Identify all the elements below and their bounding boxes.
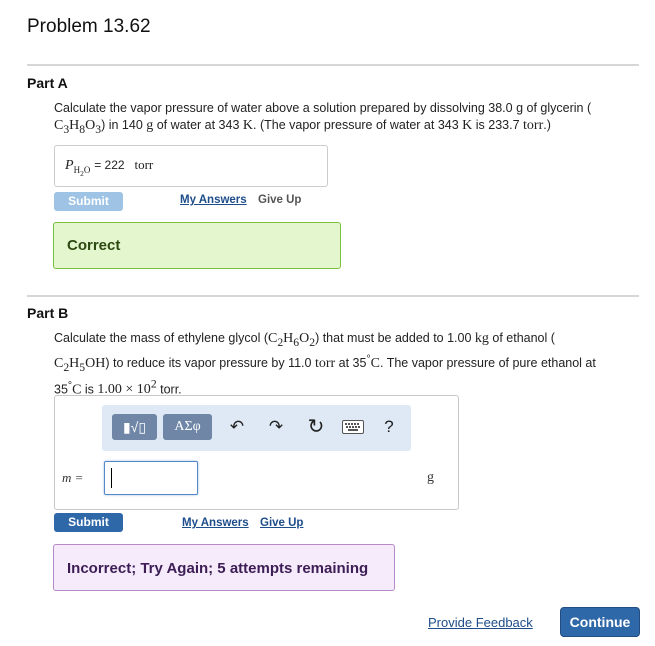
- problem-title: Problem 13.62: [27, 16, 151, 37]
- part-a-submit-button[interactable]: Submit: [54, 192, 123, 211]
- answer-label: PH2O = 222 torr: [65, 157, 154, 178]
- text-caret: [111, 468, 112, 488]
- mass-label: m =: [62, 470, 84, 485]
- part-a-give-up-link[interactable]: Give Up: [258, 194, 301, 206]
- glycerin-formula: C3H8O3: [54, 118, 102, 136]
- part-a-question: Calculate the vapor pressure of water ab…: [54, 101, 592, 136]
- help-button[interactable]: ?: [378, 416, 400, 438]
- part-a-answer-box: PH2O = 222 torr: [54, 145, 328, 187]
- greek-symbols-label: ΑΣφ: [174, 419, 201, 434]
- divider: [27, 295, 639, 297]
- part-b-question: Calculate the mass of ethylene glycol (C…: [54, 331, 596, 398]
- ethanol-formula: C2H5OH: [54, 355, 106, 374]
- correct-text: Correct: [67, 237, 121, 254]
- divider: [27, 64, 639, 66]
- answer-unit: torr: [134, 157, 154, 172]
- templates-button[interactable]: ▮√▯: [112, 414, 157, 440]
- provide-feedback-link[interactable]: Provide Feedback: [428, 615, 533, 630]
- incorrect-feedback: Incorrect; Try Again; 5 attempts remaini…: [53, 544, 395, 591]
- incorrect-text: Incorrect; Try Again; 5 attempts remaini…: [67, 560, 369, 577]
- part-a-my-answers-link[interactable]: My Answers: [180, 194, 247, 206]
- redo-icon[interactable]: ↷: [265, 416, 287, 438]
- reset-icon[interactable]: ↻: [305, 416, 327, 438]
- correct-feedback: Correct: [53, 222, 341, 269]
- undo-icon[interactable]: ↶: [226, 416, 248, 438]
- part-b-my-answers-link[interactable]: My Answers: [182, 517, 249, 529]
- keyboard-icon[interactable]: [340, 416, 366, 438]
- ethylene-glycol-formula: C2H6O2: [268, 331, 316, 349]
- question-text: Calculate the vapor pressure of water ab…: [54, 101, 592, 115]
- mass-unit: g: [427, 470, 434, 485]
- templates-icon: ▮√▯: [122, 419, 147, 435]
- math-toolbar: ▮√▯ ΑΣφ ↶ ↷ ↻ ?: [102, 405, 411, 451]
- greek-symbols-button[interactable]: ΑΣφ: [163, 414, 212, 440]
- mass-input[interactable]: [104, 461, 198, 495]
- answer-value: 222: [104, 158, 125, 172]
- part-a-heading: Part A: [27, 75, 68, 91]
- part-b-heading: Part B: [27, 305, 69, 321]
- part-b-give-up-link[interactable]: Give Up: [260, 517, 303, 529]
- continue-button[interactable]: Continue: [560, 607, 640, 637]
- part-b-submit-button[interactable]: Submit: [54, 513, 123, 532]
